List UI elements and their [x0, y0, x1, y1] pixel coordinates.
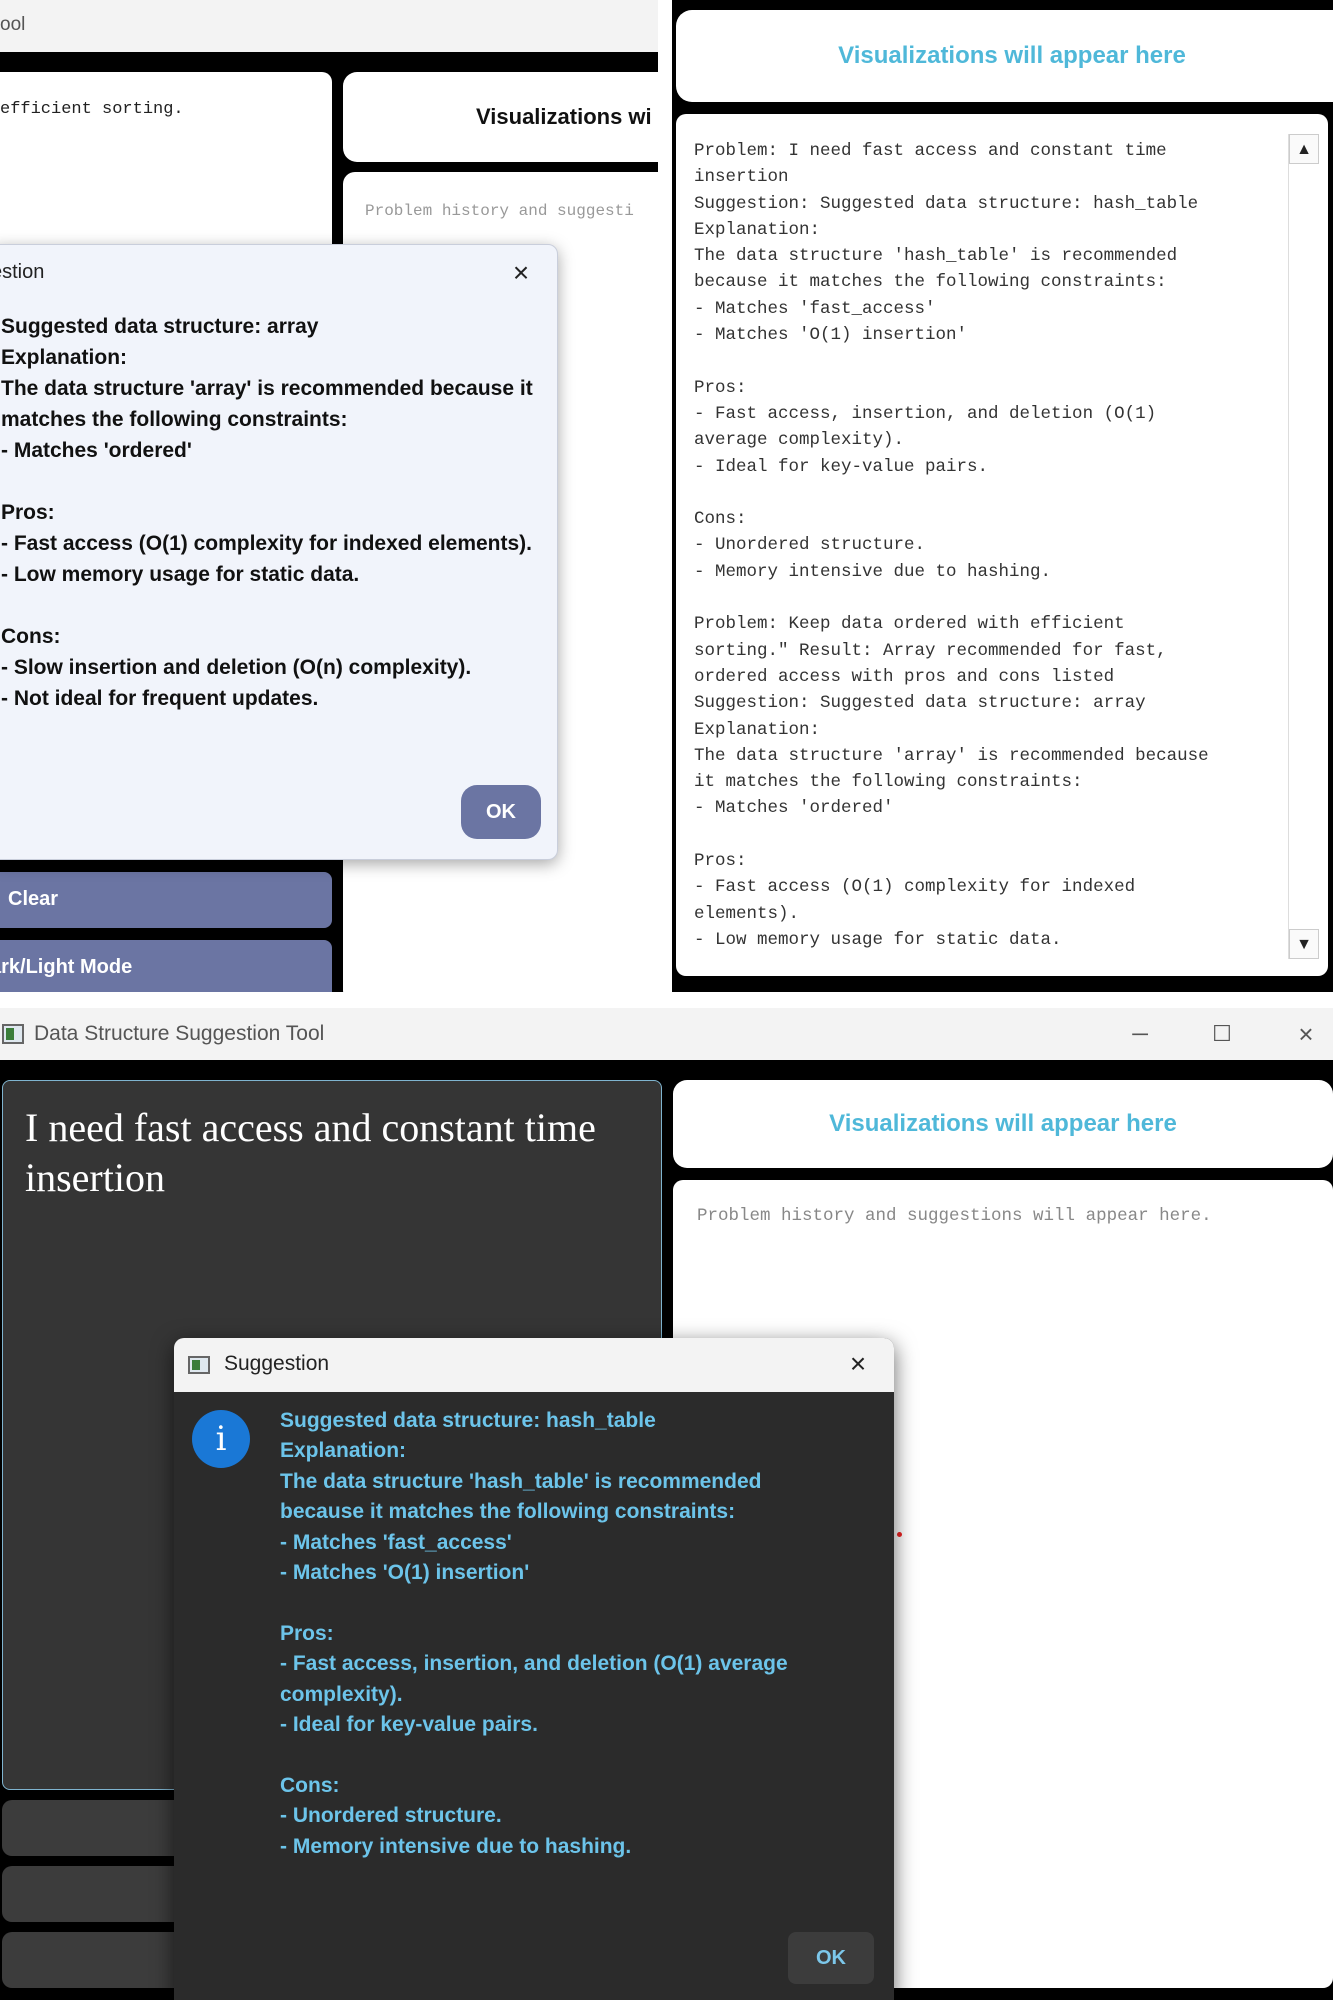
- cursor-dot: [897, 1532, 902, 1537]
- suggestion-dialog: estion × Suggested data structure: array…: [0, 244, 558, 860]
- maximize-icon[interactable]: ☐: [1200, 1014, 1244, 1054]
- clear-button[interactable]: Clear: [0, 872, 332, 928]
- title-bar: Data Structure Suggestion Tool ─ ☐ ×: [0, 1008, 1333, 1060]
- close-icon[interactable]: ×: [836, 1344, 880, 1384]
- close-icon[interactable]: ×: [1284, 1014, 1328, 1054]
- dialog-message: Suggested data structure: hash_table Exp…: [280, 1409, 788, 1858]
- scrollbar[interactable]: ▲ ▼: [1288, 134, 1319, 959]
- visualization-area: Visualizations will appear here: [673, 1080, 1333, 1168]
- minimize-icon[interactable]: ─: [1118, 1014, 1162, 1054]
- history-panel[interactable]: Problem: I need fast access and constant…: [676, 114, 1328, 976]
- ok-button[interactable]: OK: [461, 785, 541, 839]
- visualization-area: Visualizations will appear here: [676, 10, 1333, 102]
- close-icon[interactable]: ×: [501, 253, 541, 293]
- suggestion-dialog: Suggestion × i Suggested data structure:…: [174, 1338, 894, 2000]
- dialog-title: Suggestion: [224, 1352, 330, 1375]
- dialog-message: Suggested data structure: array Explanat…: [1, 315, 533, 710]
- scroll-up-arrow-icon[interactable]: ▲: [1289, 134, 1319, 164]
- light-window-right-crop: Visualizations will appear here Problem:…: [672, 0, 1333, 992]
- light-window-left-crop: ool efficient sorting. Visualizations wi…: [0, 0, 658, 992]
- visualization-area: Visualizations wi: [343, 72, 658, 162]
- dialog-app-icon: [188, 1356, 210, 1374]
- dialog-title: estion: [0, 261, 45, 283]
- info-icon: i: [192, 1410, 250, 1468]
- dialog-title-bar: Suggestion ×: [174, 1338, 894, 1392]
- scroll-down-arrow-icon[interactable]: ▼: [1289, 929, 1319, 959]
- ok-button[interactable]: OK: [788, 1932, 874, 1984]
- window-title: Data Structure Suggestion Tool: [34, 1022, 325, 1045]
- app-icon: [2, 1024, 24, 1044]
- title-bar: ool: [0, 0, 658, 52]
- dark-window: Data Structure Suggestion Tool ─ ☐ × I n…: [0, 1008, 1333, 2000]
- window-title: ool: [0, 14, 26, 35]
- history-text: Problem: I need fast access and constant…: [694, 141, 1209, 950]
- dark-light-mode-button[interactable]: ark/Light Mode: [0, 940, 332, 992]
